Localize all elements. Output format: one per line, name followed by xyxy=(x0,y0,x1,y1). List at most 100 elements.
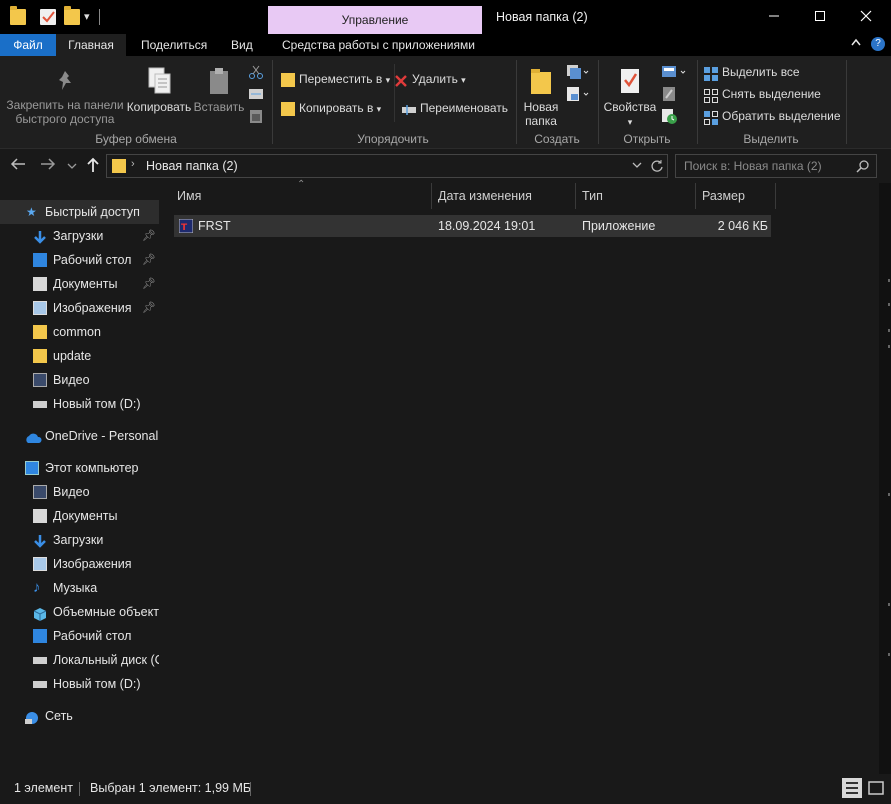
rename-button[interactable]: Переименовать xyxy=(402,97,508,119)
search-placeholder: Поиск в: Новая папка (2) xyxy=(684,159,822,173)
forward-arrow-icon[interactable] xyxy=(40,157,56,175)
maximize-button[interactable] xyxy=(797,0,843,34)
navigation-pane[interactable]: ★ Быстрый доступ Загрузки 📌︎ Рабочий сто… xyxy=(0,183,159,774)
pin-icon: 📌︎ xyxy=(142,230,156,242)
status-bar: 1 элемент Выбран 1 элемент: 1,99 МБ xyxy=(0,774,891,804)
tab-view[interactable]: Вид xyxy=(221,34,263,56)
nav-update[interactable]: update xyxy=(0,344,159,368)
cloud-icon xyxy=(24,429,42,443)
move-to-button[interactable]: Переместить в ▾ xyxy=(281,68,390,90)
select-none-button[interactable]: Снять выделение xyxy=(704,83,821,105)
video-icon xyxy=(33,485,47,499)
paste-button[interactable]: Вставить xyxy=(192,66,246,114)
open-icon[interactable] xyxy=(661,64,689,83)
minimize-button[interactable] xyxy=(751,0,797,34)
easy-access-icon[interactable] xyxy=(566,86,590,105)
quick-access-dropdown[interactable]: ▾ xyxy=(84,9,100,25)
move-to-icon xyxy=(281,72,295,87)
nav-pc-pictures[interactable]: Изображения xyxy=(0,552,159,576)
nav-video[interactable]: Видео xyxy=(0,368,159,392)
properties-quick-icon[interactable] xyxy=(40,9,56,25)
nav-pc-documents[interactable]: Документы xyxy=(0,504,159,528)
close-button[interactable] xyxy=(843,0,889,34)
create-group-label: Создать xyxy=(534,132,580,146)
tab-home[interactable]: Главная xyxy=(56,34,126,56)
cut-icon[interactable] xyxy=(248,64,264,83)
copy-to-button[interactable]: Копировать в ▾ xyxy=(281,97,381,119)
pin-quick-access-button[interactable]: Закрепить на панели быстрого доступа xyxy=(4,68,126,126)
paste-shortcut-icon[interactable] xyxy=(248,108,264,127)
download-icon xyxy=(33,229,47,244)
nav-pc-music[interactable]: ♪ Музыка xyxy=(0,576,159,600)
status-selection: Выбран 1 элемент: 1,99 МБ xyxy=(90,781,252,795)
select-all-button[interactable]: Выделить все xyxy=(704,61,800,83)
select-all-icon xyxy=(704,66,718,81)
search-icon[interactable] xyxy=(856,159,870,176)
title-divider xyxy=(99,9,100,25)
nav-onedrive[interactable]: OneDrive - Personal xyxy=(0,424,159,448)
nav-common[interactable]: common xyxy=(0,320,159,344)
paste-label: Вставить xyxy=(193,100,245,114)
copy-path-icon[interactable] xyxy=(248,87,264,104)
collapse-ribbon-icon[interactable] xyxy=(851,37,861,49)
details-view-icon[interactable] xyxy=(842,778,862,798)
column-header-type[interactable]: Тип xyxy=(576,183,696,209)
nav-downloads[interactable]: Загрузки 📌︎ xyxy=(0,224,159,248)
star-icon: ★ xyxy=(26,205,37,219)
tab-file[interactable]: Файл xyxy=(0,34,56,56)
music-icon: ♪ xyxy=(33,579,41,596)
properties-button[interactable]: Свойства ▾ xyxy=(602,66,658,129)
copy-to-icon xyxy=(281,101,295,116)
nav-documents[interactable]: Документы 📌︎ xyxy=(0,272,159,296)
recent-locations-chevron-icon[interactable] xyxy=(67,158,77,175)
column-header-modified[interactable]: Дата изменения xyxy=(432,183,576,209)
address-path[interactable]: Новая папка (2) xyxy=(146,159,238,173)
delete-label: Удалить xyxy=(412,72,458,86)
nav-this-pc[interactable]: Этот компьютер xyxy=(0,456,159,480)
nav-desktop[interactable]: Рабочий стол 📌︎ xyxy=(0,248,159,272)
nav-label: Документы xyxy=(53,509,118,523)
nav-network[interactable]: Сеть xyxy=(0,704,159,728)
nav-pc-volume-d[interactable]: Новый том (D:) xyxy=(0,672,159,696)
nav-pictures[interactable]: Изображения 📌︎ xyxy=(0,296,159,320)
new-folder-quick-icon[interactable] xyxy=(64,6,80,25)
organize-group-label: Упорядочить xyxy=(357,132,429,146)
new-folder-button[interactable]: Новая папка xyxy=(519,66,563,128)
back-arrow-icon[interactable] xyxy=(10,157,26,175)
nav-label: Видео xyxy=(53,373,90,387)
large-icons-view-icon[interactable] xyxy=(866,778,886,798)
nav-pc-3d-objects[interactable]: Объемные объекты xyxy=(0,600,159,624)
nav-pc-downloads[interactable]: Загрузки xyxy=(0,528,159,552)
properties-label: Свойства xyxy=(603,100,657,114)
nav-pc-local-disk-c[interactable]: Локальный диск (C:) xyxy=(0,648,159,672)
file-list[interactable]: ⌃ Имя Дата изменения Тип Размер T FRST 1… xyxy=(159,179,879,774)
column-header-size[interactable]: Размер xyxy=(696,183,776,209)
delete-button[interactable]: Удалить ▾ xyxy=(394,68,466,90)
edit-icon[interactable] xyxy=(661,86,677,105)
column-header-name[interactable]: Имя xyxy=(171,183,432,209)
folder-icon xyxy=(33,349,47,363)
address-dropdown-icon[interactable] xyxy=(631,159,643,174)
nav-quick-access[interactable]: ★ Быстрый доступ xyxy=(0,200,159,224)
nav-pc-video[interactable]: Видео xyxy=(0,480,159,504)
nav-label: common xyxy=(53,325,101,339)
table-row[interactable]: T FRST 18.09.2024 19:01 Приложение 2 046… xyxy=(174,215,771,237)
file-type: Приложение xyxy=(582,219,656,233)
folder-icon xyxy=(10,6,26,25)
search-input[interactable]: Поиск в: Новая папка (2) xyxy=(675,154,877,178)
up-arrow-icon[interactable] xyxy=(86,157,100,177)
vertical-scrollbar[interactable] xyxy=(879,183,891,774)
address-bar[interactable]: › Новая папка (2) xyxy=(106,154,668,178)
tab-share[interactable]: Поделиться xyxy=(131,34,217,56)
new-item-icon[interactable] xyxy=(566,64,590,83)
refresh-icon[interactable] xyxy=(650,159,664,176)
nav-volume-d[interactable]: Новый том (D:) xyxy=(0,392,159,416)
copy-button[interactable]: Копировать xyxy=(126,66,192,114)
nav-pc-desktop[interactable]: Рабочий стол xyxy=(0,624,159,648)
context-tab-manage[interactable]: Управление xyxy=(268,6,482,34)
help-icon[interactable]: ? xyxy=(871,37,885,51)
invert-selection-button[interactable]: Обратить выделение xyxy=(704,105,841,127)
desktop-icon xyxy=(33,629,47,643)
tab-app-tools[interactable]: Средства работы с приложениями xyxy=(272,34,485,56)
history-icon[interactable] xyxy=(661,108,677,127)
